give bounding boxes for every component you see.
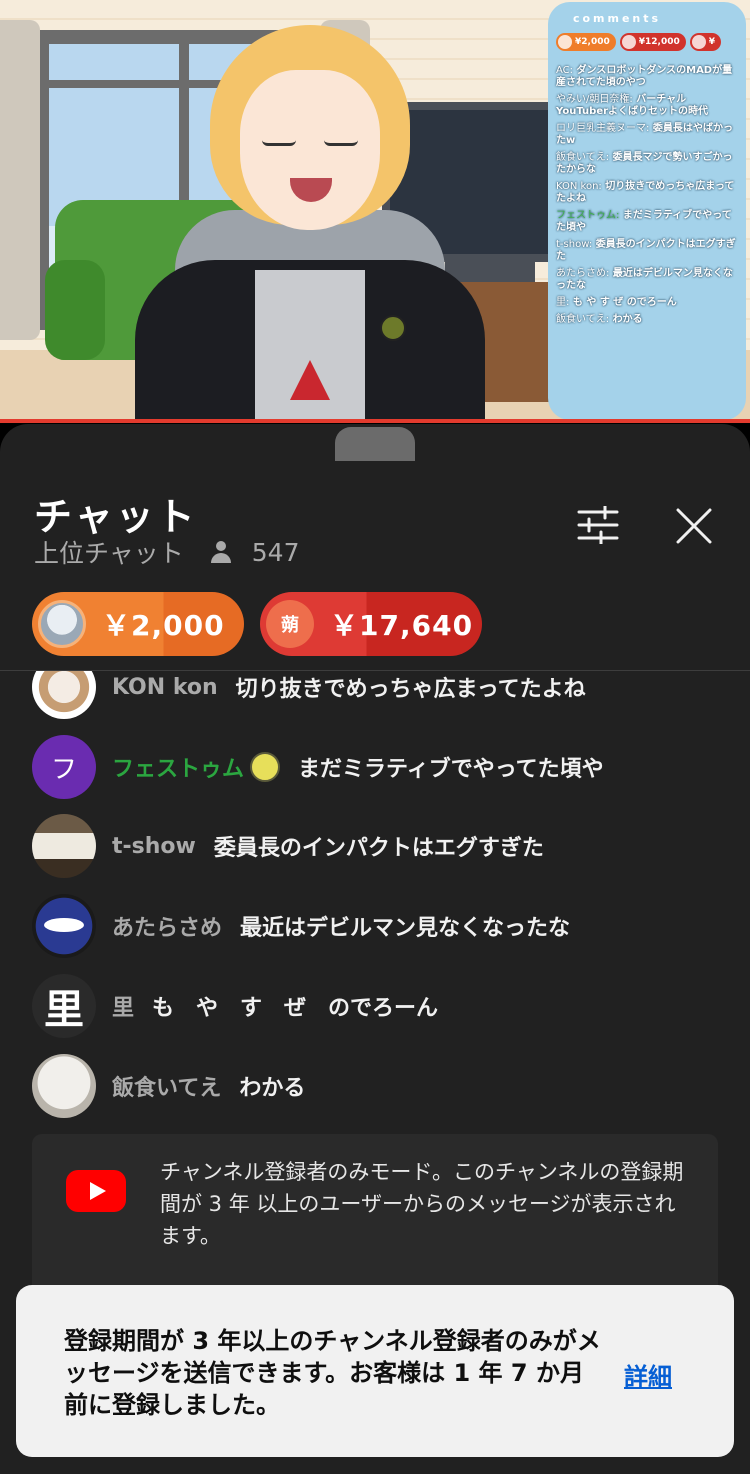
close-icon[interactable] [672,504,716,548]
avatar [38,600,86,648]
avatar[interactable] [32,894,96,958]
avatar[interactable]: フ [32,735,96,799]
overlay-chip-amount: ¥ [708,37,715,47]
overlay-comment-author: AC: [556,65,574,76]
youtube-logo-icon [66,1170,126,1212]
comments-overlay: comments ¥2,000 ¥12,000 ¥ AC: ダンスロボットダンス… [548,2,746,420]
super-chat-ticker: ￥2,000 蒴 ￥17,640 [32,592,482,656]
super-chat-chip[interactable]: ￥2,000 [32,592,244,656]
overlay-comment-author: やみい/朝日奈権: [556,94,633,105]
message-text: まだミラティブでやってた頃や [298,757,604,782]
notice-text: チャンネル登録者のみモード。このチャンネルの登録期間が 3 年 以上のユーザーか… [160,1160,684,1248]
avatar[interactable] [32,814,96,878]
overlay-comment-author: t-show: [556,239,593,250]
avatar-icon [691,35,706,49]
overlay-comment: AC: ダンスロボットダンスのMADが量産されてた頃のやつ [556,65,738,89]
overlay-comment-author: 飯食いてえ: [556,314,610,325]
super-chat-chip[interactable]: 蒴 ￥17,640 [260,592,482,656]
chat-mode-label[interactable]: 上位チャット [34,534,184,570]
message-text: 委員長のインパクトはエグすぎた [213,836,544,861]
video-progress-bar[interactable] [0,419,750,423]
chat-message[interactable]: KON kon 切り抜きでめっちゃ広まってたよね [32,671,732,719]
avatar[interactable] [32,1054,96,1118]
close-svg [676,508,712,544]
toast-text: 登録期間が 3 年以上のチャンネル登録者のみがメッセージを送信できます。お客様は… [64,1327,601,1419]
overlay-comment-text: も や す ぜ のでろーん [572,297,677,308]
avatar[interactable]: 里 [32,974,96,1038]
chat-panel: チャット 上位チャット 547 ￥2,000 蒴 ￥17,640 KON kon… [0,424,750,1474]
subscription-toast: 登録期間が 3 年以上のチャンネル登録者のみがメッセージを送信できます。お客様は… [16,1285,734,1457]
overlay-comment-text: わかる [612,314,643,325]
person-icon [210,541,232,563]
message-author[interactable]: フェストゥム [112,751,244,783]
super-chat-amount: ￥2,000 [102,609,225,642]
message-author[interactable]: あたらさめ [112,910,222,942]
super-chat-amount: ￥17,640 [330,609,474,642]
chat-message[interactable]: t-show 委員長のインパクトはエグすぎた [32,814,732,878]
overlay-chips: ¥2,000 ¥12,000 ¥ [556,33,738,51]
overlay-comment-author: 里: [556,297,570,308]
avatar-icon [621,35,636,49]
overlay-comment: 里: も や す ぜ のでろーん [556,297,738,309]
overlay-comment-author: フェストゥム: [556,210,620,221]
overlay-title: comments [572,12,662,25]
chat-message[interactable]: 飯食いてえ わかる [32,1054,732,1118]
chat-message[interactable]: 里 里 も や す ぜ のでろーん [32,974,732,1038]
chat-message[interactable]: あたらさめ 最近はデビルマン見なくなったな [32,894,732,958]
chat-message[interactable]: フ フェストゥム まだミラティブでやってた頃や [32,735,732,799]
overlay-comment-author: ロリ巨乳主義ヌーマ: [556,123,650,134]
avatar: 蒴 [266,600,314,648]
overlay-superchat-chip: ¥12,000 [619,33,686,51]
members-only-notice: チャンネル登録者のみモード。このチャンネルの登録期間が 3 年 以上のユーザーか… [32,1134,718,1294]
message-text: 最近はデビルマン見なくなったな [240,916,571,941]
overlay-comment-list: AC: ダンスロボットダンスのMADが量産されてた頃のやつ やみい/朝日奈権: … [556,65,738,326]
shark-icon [44,918,84,932]
curtain-illustration [0,20,40,340]
badge-icon [380,315,406,341]
message-author[interactable]: KON kon [112,675,218,700]
overlay-comment: やみい/朝日奈権: バーチャルYouTuberよくばりセットの時代 [556,94,738,118]
tune-icon[interactable] [577,504,619,546]
overlay-chip-amount: ¥2,000 [575,37,610,47]
drag-handle[interactable] [335,427,415,461]
message-text: わかる [239,1076,306,1101]
member-badge-icon [250,752,281,782]
overlay-comment-text: ダンスロボットダンスのMADが量産されてた頃のやつ [556,65,733,88]
avatar[interactable] [32,671,96,719]
filter-svg [577,504,619,546]
chat-title: チャット [34,495,198,539]
video-player[interactable]: comments ¥2,000 ¥12,000 ¥ AC: ダンスロボットダンス… [0,0,750,421]
message-author[interactable]: t-show [112,834,196,859]
message-author[interactable]: 飯食いてえ [112,1070,221,1102]
message-text: も や す ぜ のでろーん [152,996,439,1021]
overlay-comment: ロリ巨乳主義ヌーマ: 委員長はやばかったw [556,123,738,147]
chat-message-list[interactable]: KON kon 切り抜きでめっちゃ広まってたよね フ フェストゥム まだミラティ… [0,671,750,1131]
overlay-comment: あたらさめ: 最近はデビルマン見なくなったな [556,268,738,292]
overlay-comment: フェストゥム: まだミラティブでやってた頃や [556,210,738,234]
viewer-count: 547 [251,537,300,567]
overlay-comment: 飯食いてえ: わかる [556,314,738,326]
overlay-comment-author: 飯食いてえ: [556,152,610,163]
message-text: 切り抜きでめっちゃ広まってたよね [235,677,586,702]
overlay-comment: KON kon: 切り抜きでめっちゃ広まってたよね [556,181,738,205]
overlay-superchat-chip: ¥2,000 [556,33,616,51]
overlay-chip-amount: ¥12,000 [638,37,680,47]
overlay-comment-author: あたらさめ: [556,268,610,279]
chat-mode-selector[interactable]: 上位チャット 547 [34,534,299,570]
avatar-icon [558,35,572,49]
vtuber-character [135,10,485,421]
overlay-superchat-chip: ¥ [689,33,721,51]
overlay-comment-author: KON kon: [556,181,602,192]
details-link[interactable]: 詳細 [624,1357,672,1392]
overlay-comment: t-show: 委員長のインパクトはエグすぎた [556,239,738,263]
overlay-comment: 飯食いてえ: 委員長マジで勢いすごかったからな [556,152,738,176]
message-author[interactable]: 里 [112,990,134,1022]
